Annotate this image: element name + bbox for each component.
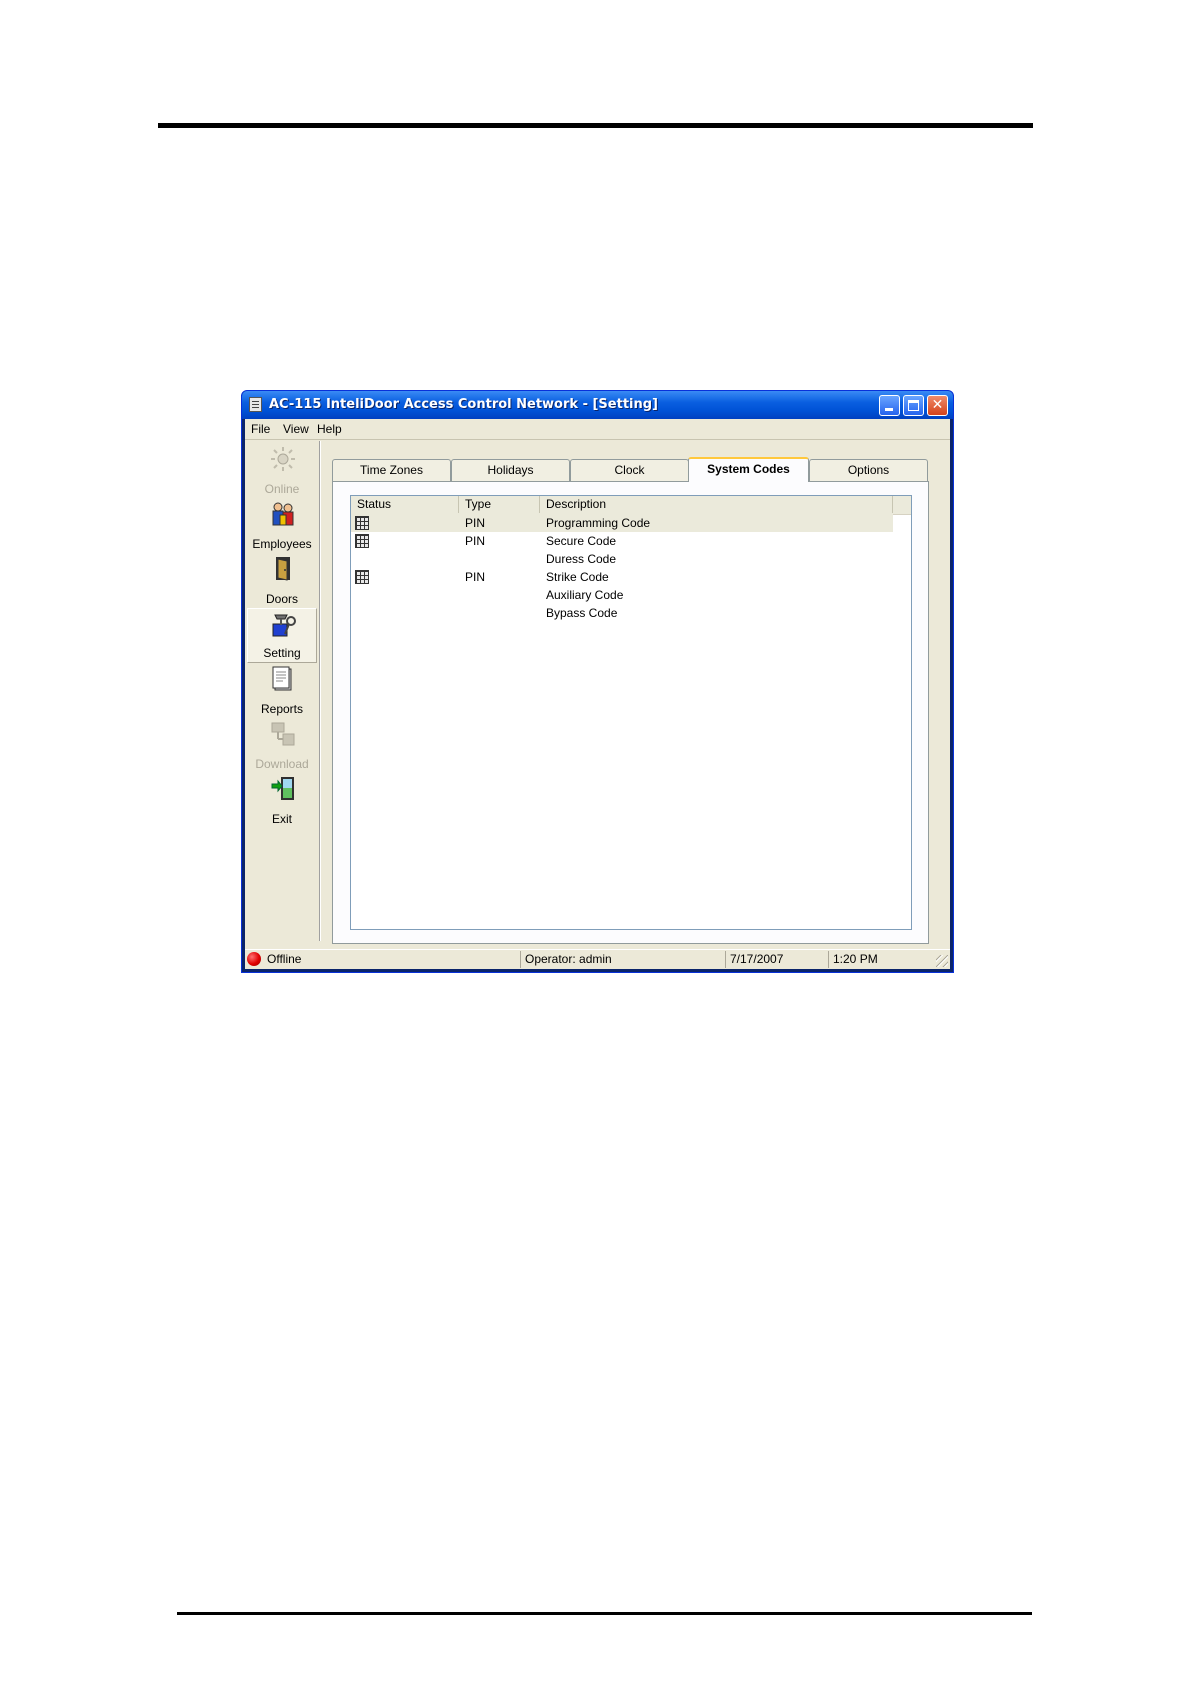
system-codes-list[interactable]: Status Type Description PIN Programming … xyxy=(350,495,912,930)
sidebar-item-doors[interactable]: Doors xyxy=(247,553,317,608)
sidebar-item-label: Exit xyxy=(271,812,292,826)
sidebar-item-download[interactable]: Download xyxy=(247,718,317,773)
sidebar-item-online[interactable]: Online xyxy=(247,443,317,498)
table-row[interactable]: PIN Secure Code xyxy=(351,532,893,550)
title-bar[interactable]: AC-115 InteliDoor Access Control Network… xyxy=(242,391,953,419)
keypad-status-icon xyxy=(355,534,369,548)
cell-description: Auxiliary Code xyxy=(546,588,624,602)
sidebar: Online Employees Doors Setting Reports D… xyxy=(247,441,320,941)
column-header-type[interactable]: Type xyxy=(459,496,540,513)
close-icon: ✕ xyxy=(931,397,944,413)
table-row[interactable]: Duress Code xyxy=(351,550,893,568)
tab-control: Time Zones Holidays Clock System Codes O… xyxy=(332,457,929,944)
cell-description: Programming Code xyxy=(546,516,651,530)
tab-panel-system-codes: Status Type Description PIN Programming … xyxy=(332,481,929,944)
download-icon xyxy=(271,722,295,746)
online-icon xyxy=(271,447,295,471)
sidebar-item-label: Doors xyxy=(265,592,298,606)
keypad-status-icon xyxy=(355,516,369,530)
reports-icon xyxy=(272,666,292,691)
cell-description: Secure Code xyxy=(546,534,617,548)
sidebar-item-label: Setting xyxy=(263,646,301,660)
cell-type: PIN xyxy=(465,570,486,584)
cell-description: Strike Code xyxy=(546,570,609,584)
list-header: Status Type Description xyxy=(351,496,893,515)
table-row[interactable]: Auxiliary Code xyxy=(351,586,893,604)
column-header-status[interactable]: Status xyxy=(351,496,459,513)
page-header-rule xyxy=(158,123,1033,128)
menu-view[interactable]: View xyxy=(283,422,309,436)
close-button[interactable]: ✕ xyxy=(927,395,948,416)
sidebar-item-exit[interactable]: Exit xyxy=(247,773,317,828)
sidebar-item-label: Reports xyxy=(260,702,304,716)
app-window: AC-115 InteliDoor Access Control Network… xyxy=(241,390,954,973)
table-row[interactable]: PIN Strike Code xyxy=(351,568,893,586)
tab-time-zones[interactable]: Time Zones xyxy=(332,459,451,481)
connection-status: Offline xyxy=(267,952,302,966)
employees-icon xyxy=(272,502,294,526)
menu-bar: File View Help xyxy=(245,419,950,440)
resize-grip[interactable] xyxy=(936,955,948,967)
sidebar-item-setting[interactable]: Setting xyxy=(247,608,317,663)
header-end-stub xyxy=(893,496,911,515)
window-title: AC-115 InteliDoor Access Control Network… xyxy=(269,397,659,412)
sidebar-item-label: Employees xyxy=(252,537,312,551)
sidebar-item-label: Download xyxy=(255,757,309,771)
cell-type: PIN xyxy=(465,516,486,530)
sidebar-item-employees[interactable]: Employees xyxy=(247,498,317,553)
table-row[interactable]: Bypass Code xyxy=(351,604,893,622)
sidebar-item-label: Online xyxy=(264,482,300,496)
tab-options[interactable]: Options xyxy=(809,459,928,481)
minimize-icon xyxy=(885,408,893,411)
maximize-icon xyxy=(908,400,919,411)
operator-status: Operator: admin xyxy=(520,951,725,968)
tab-holidays[interactable]: Holidays xyxy=(451,459,570,481)
status-bar: Offline Operator: admin 7/17/2007 1:20 P… xyxy=(245,949,950,969)
offline-status-icon xyxy=(247,952,261,966)
time-status: 1:20 PM xyxy=(828,951,930,968)
tab-clock[interactable]: Clock xyxy=(570,459,689,481)
minimize-button[interactable] xyxy=(879,395,900,416)
app-icon[interactable] xyxy=(249,397,262,412)
table-row[interactable]: PIN Programming Code xyxy=(351,514,893,532)
window-client: File View Help Online Employees Doors Se… xyxy=(245,419,950,969)
tab-system-codes[interactable]: System Codes xyxy=(688,457,809,482)
exit-icon xyxy=(271,777,294,800)
date-status: 7/17/2007 xyxy=(725,951,828,968)
page-footer-rule xyxy=(177,1612,1032,1615)
cell-type: PIN xyxy=(465,534,486,548)
cell-description: Duress Code xyxy=(546,552,617,566)
maximize-button[interactable] xyxy=(903,395,924,416)
cell-description: Bypass Code xyxy=(546,606,618,620)
menu-file[interactable]: File xyxy=(251,422,270,436)
door-icon xyxy=(276,557,290,581)
sidebar-item-reports[interactable]: Reports xyxy=(247,663,317,718)
keypad-status-icon xyxy=(355,570,369,584)
column-header-description[interactable]: Description xyxy=(540,496,893,513)
menu-help[interactable]: Help xyxy=(317,422,342,436)
setting-icon xyxy=(272,614,296,637)
